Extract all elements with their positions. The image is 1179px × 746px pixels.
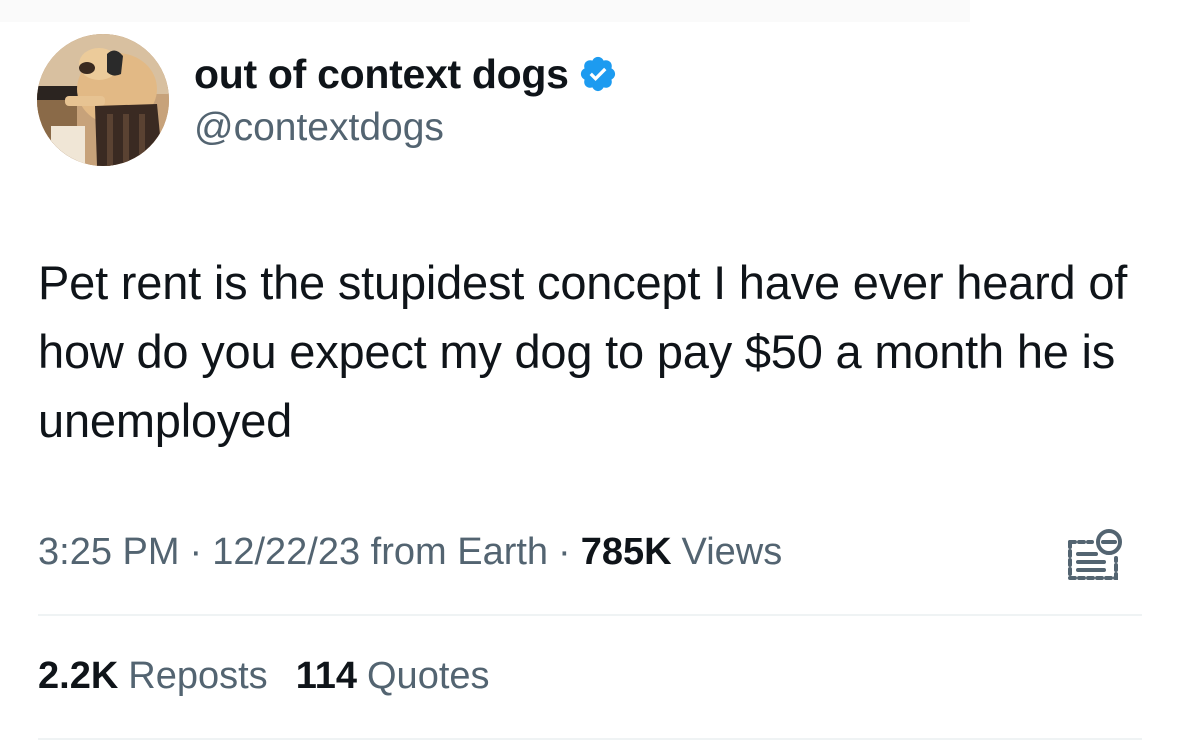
meta-separator: · bbox=[558, 530, 571, 573]
tweet-body-text: Pet rent is the stupidest concept I have… bbox=[38, 256, 1128, 447]
divider bbox=[38, 738, 1142, 740]
quotes-count[interactable]: 114 bbox=[296, 655, 357, 698]
meta-separator: · bbox=[189, 530, 203, 573]
divider bbox=[38, 614, 1142, 616]
tweet-detail: out of context dogs @contextdogs Pet ren… bbox=[0, 0, 1179, 746]
dog-avatar-image bbox=[37, 34, 169, 166]
tweet-meta: 3:25 PM · 12/22/23 from Earth · 785K Vie… bbox=[38, 527, 782, 577]
author-handle[interactable]: @contextdogs bbox=[194, 106, 444, 150]
views-label: Views bbox=[681, 530, 783, 573]
tweet-time[interactable]: 3:25 PM bbox=[38, 531, 180, 574]
top-edge-shade bbox=[0, 0, 970, 22]
post-summary-icon[interactable] bbox=[1064, 528, 1124, 582]
author-name-row: out of context dogs bbox=[194, 48, 618, 100]
verified-badge-icon[interactable] bbox=[578, 54, 618, 94]
reposts-count[interactable]: 2.2K bbox=[38, 655, 118, 698]
avatar[interactable] bbox=[37, 34, 169, 166]
tweet-date-source[interactable]: 12/22/23 from Earth bbox=[212, 531, 548, 574]
author-display-name[interactable]: out of context dogs bbox=[194, 51, 569, 98]
quotes-label[interactable]: Quotes bbox=[367, 655, 490, 698]
engagement-stats: 2.2K Reposts 114 Quotes bbox=[38, 651, 490, 701]
reposts-label[interactable]: Reposts bbox=[128, 655, 267, 698]
views-count: 785K bbox=[580, 530, 672, 573]
